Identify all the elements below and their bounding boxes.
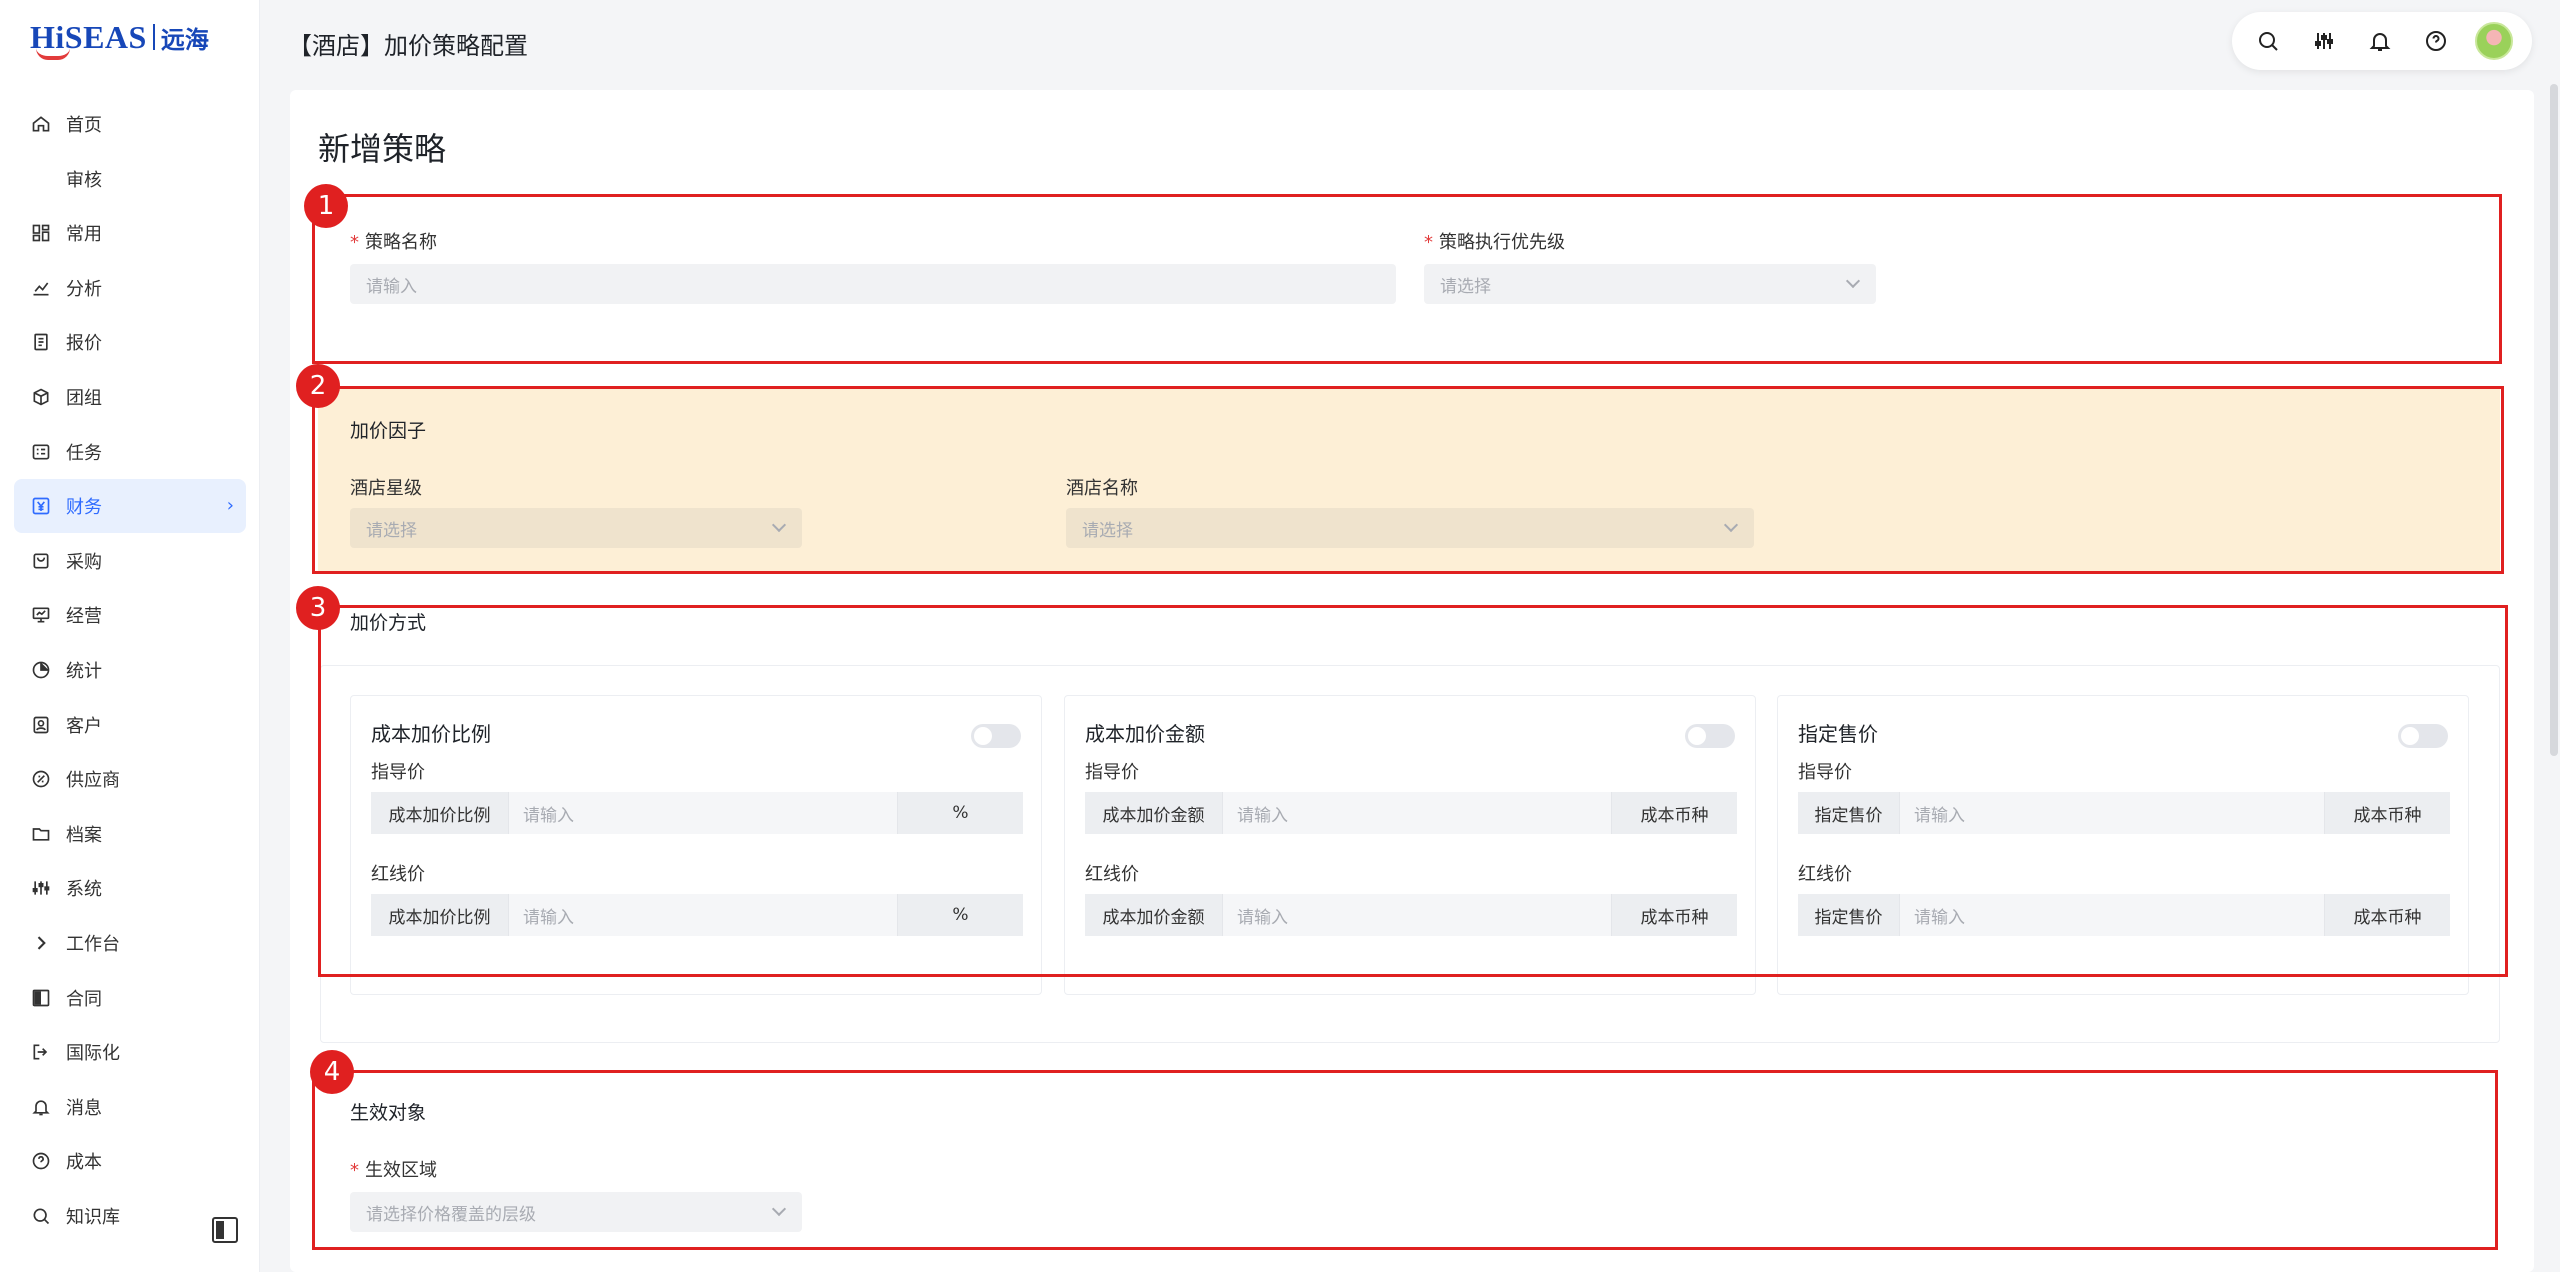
sidebar-nav: 首页 审核 常用 分析 报价 团组 任务 财务 › 采购 经营 统计 客户 供应… [14, 97, 246, 1243]
pie-icon [30, 659, 52, 681]
sidebar-item-message[interactable]: 消息 [14, 1080, 246, 1134]
sidebar-item-statistics[interactable]: 统计 [14, 643, 246, 697]
chart-icon [30, 277, 52, 299]
logo-smile [36, 48, 70, 60]
annotation-badge-3: 3 [296, 586, 340, 630]
link-icon [30, 768, 52, 790]
sidebar-item-purchase[interactable]: 采购 [14, 534, 246, 588]
annotation-badge-2: 2 [296, 364, 340, 408]
logout-icon [30, 1041, 52, 1063]
annotation-badge-1: 1 [304, 184, 348, 228]
annotation-box-4 [312, 1070, 2498, 1250]
sidebar-item-archive[interactable]: 档案 [14, 807, 246, 861]
sidebar: HiSEAS 远海 首页 审核 常用 分析 报价 团组 任务 财务 › 采购 经… [0, 0, 260, 1272]
search-icon[interactable] [2251, 24, 2285, 58]
yen-icon [30, 495, 52, 517]
search-icon [30, 1205, 52, 1227]
logo-cn: 远海 [160, 24, 209, 54]
sidebar-collapse-icon[interactable] [212, 1217, 238, 1243]
sidebar-item-analysis[interactable]: 分析 [14, 261, 246, 315]
sidebar-item-system[interactable]: 系统 [14, 861, 246, 915]
bell-icon[interactable] [2363, 24, 2397, 58]
sidebar-item-supplier[interactable]: 供应商 [14, 752, 246, 806]
help-icon[interactable] [2419, 24, 2453, 58]
monitor-icon [30, 604, 52, 626]
chevron-right-icon [30, 932, 52, 954]
contact-icon [30, 714, 52, 736]
sidebar-item-i18n[interactable]: 国际化 [14, 1025, 246, 1079]
bag-icon [30, 550, 52, 572]
header-toolbar [2232, 12, 2532, 70]
sidebar-item-task[interactable]: 任务 [14, 425, 246, 479]
avatar[interactable] [2475, 22, 2513, 60]
sliders-icon[interactable] [2307, 24, 2341, 58]
sliders-icon [30, 877, 52, 899]
sidebar-item-workbench[interactable]: 工作台 [14, 916, 246, 970]
sidebar-item-operation[interactable]: 经营 [14, 588, 246, 642]
page-title: 【酒店】加价策略配置 [288, 32, 528, 60]
sidebar-item-common[interactable]: 常用 [14, 206, 246, 260]
task-icon [30, 441, 52, 463]
annotation-box-2 [312, 386, 2504, 574]
folder-icon [30, 823, 52, 845]
sidebar-item-group[interactable]: 团组 [14, 370, 246, 424]
grid-icon [30, 222, 52, 244]
sidebar-item-finance[interactable]: 财务 › [14, 479, 246, 534]
home-icon [30, 113, 52, 135]
chevron-right-icon: › [226, 495, 234, 517]
sidebar-item-contract[interactable]: 合同 [14, 971, 246, 1025]
sidebar-item-quote[interactable]: 报价 [14, 315, 246, 369]
annotation-box-3 [318, 605, 2508, 977]
annotation-badge-4: 4 [310, 1050, 354, 1094]
annotation-box-1 [312, 194, 2502, 364]
cube-icon [30, 386, 52, 408]
sidebar-item-customer[interactable]: 客户 [14, 698, 246, 752]
logo[interactable]: HiSEAS 远海 [30, 14, 209, 60]
sidebar-item-cost[interactable]: 成本 [14, 1134, 246, 1188]
form-title: 新增策略 [318, 130, 447, 168]
sidebar-item-review[interactable]: 审核 [14, 152, 246, 206]
panel-icon [30, 987, 52, 1009]
bell-icon [30, 1096, 52, 1118]
help-icon [30, 1150, 52, 1172]
sidebar-item-home[interactable]: 首页 [14, 97, 246, 151]
document-icon [30, 331, 52, 353]
logo-brand: HiSEAS [30, 19, 147, 60]
page-scrollbar[interactable] [2550, 84, 2558, 756]
